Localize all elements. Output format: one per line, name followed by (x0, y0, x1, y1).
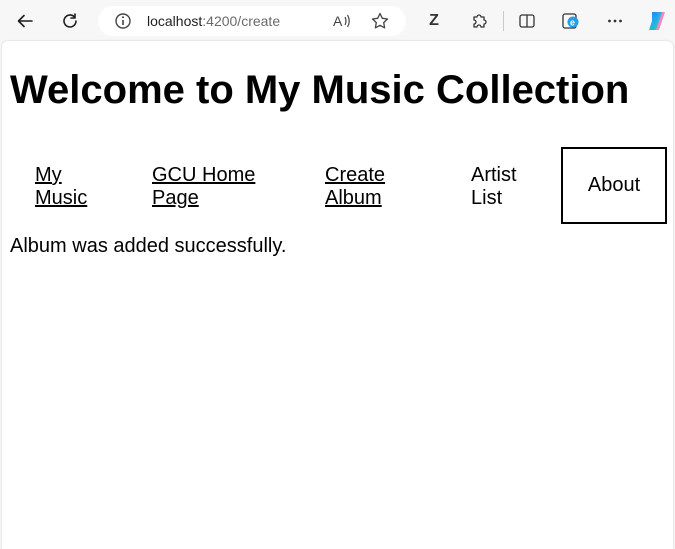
extensions-button[interactable] (466, 8, 492, 34)
site-info-icon[interactable] (114, 12, 132, 35)
nav-artist-list-line1: Artist (471, 164, 517, 186)
browser-toolbar: localhost:4200/create A Z e (0, 0, 675, 41)
nav-my-music[interactable]: My Music (35, 164, 87, 210)
refresh-button[interactable] (57, 8, 83, 34)
z-extension-icon: Z (429, 12, 439, 29)
toolbar-divider (503, 11, 504, 31)
svg-text:A: A (333, 13, 343, 29)
copilot-button[interactable] (644, 8, 670, 34)
nav-create-album[interactable]: Create Album (325, 164, 385, 210)
split-screen-button[interactable] (514, 8, 540, 34)
nav-create-album-line1: Create (325, 164, 386, 186)
url-host: localhost (147, 13, 203, 29)
back-button[interactable] (12, 8, 38, 34)
settings-menu-button[interactable] (602, 8, 628, 34)
favorite-star-icon[interactable] (370, 11, 390, 36)
nav-gcu-home[interactable]: GCU Home Page (152, 164, 255, 210)
z-extension-button[interactable]: Z (421, 8, 447, 34)
edge-collections-icon: e (562, 13, 579, 29)
url-path: :4200/create (202, 13, 281, 29)
nav-my-music-line1: My (35, 164, 62, 186)
svg-text:e: e (570, 18, 575, 28)
url-text[interactable]: localhost:4200/create (147, 13, 280, 29)
more-dots-icon (608, 19, 622, 23)
page-title: Welcome to My Music Collection (10, 68, 630, 112)
nav-artist-list-line2: List (471, 187, 503, 209)
nav-about[interactable]: About (561, 147, 667, 224)
collections-button[interactable]: e (558, 8, 584, 34)
page-content: Welcome to My Music Collection My Music … (2, 41, 673, 549)
nav-gcu-home-line1: GCU Home (152, 164, 256, 186)
read-aloud-icon[interactable]: A (332, 12, 352, 35)
nav-artist-list[interactable]: Artist List (471, 164, 517, 210)
refresh-icon (63, 13, 77, 28)
nav-my-music-line2: Music (35, 187, 88, 209)
puzzle-icon (473, 14, 487, 28)
nav-gcu-home-line2: Page (152, 187, 199, 209)
split-screen-icon (519, 14, 535, 28)
back-arrow-icon (17, 14, 33, 28)
nav-create-album-line2: Album (325, 187, 382, 209)
status-message: Album was added successfully. (10, 235, 287, 257)
copilot-icon (649, 12, 665, 30)
nav-about-label: About (587, 174, 641, 196)
address-bar[interactable]: localhost:4200/create A (98, 6, 406, 36)
